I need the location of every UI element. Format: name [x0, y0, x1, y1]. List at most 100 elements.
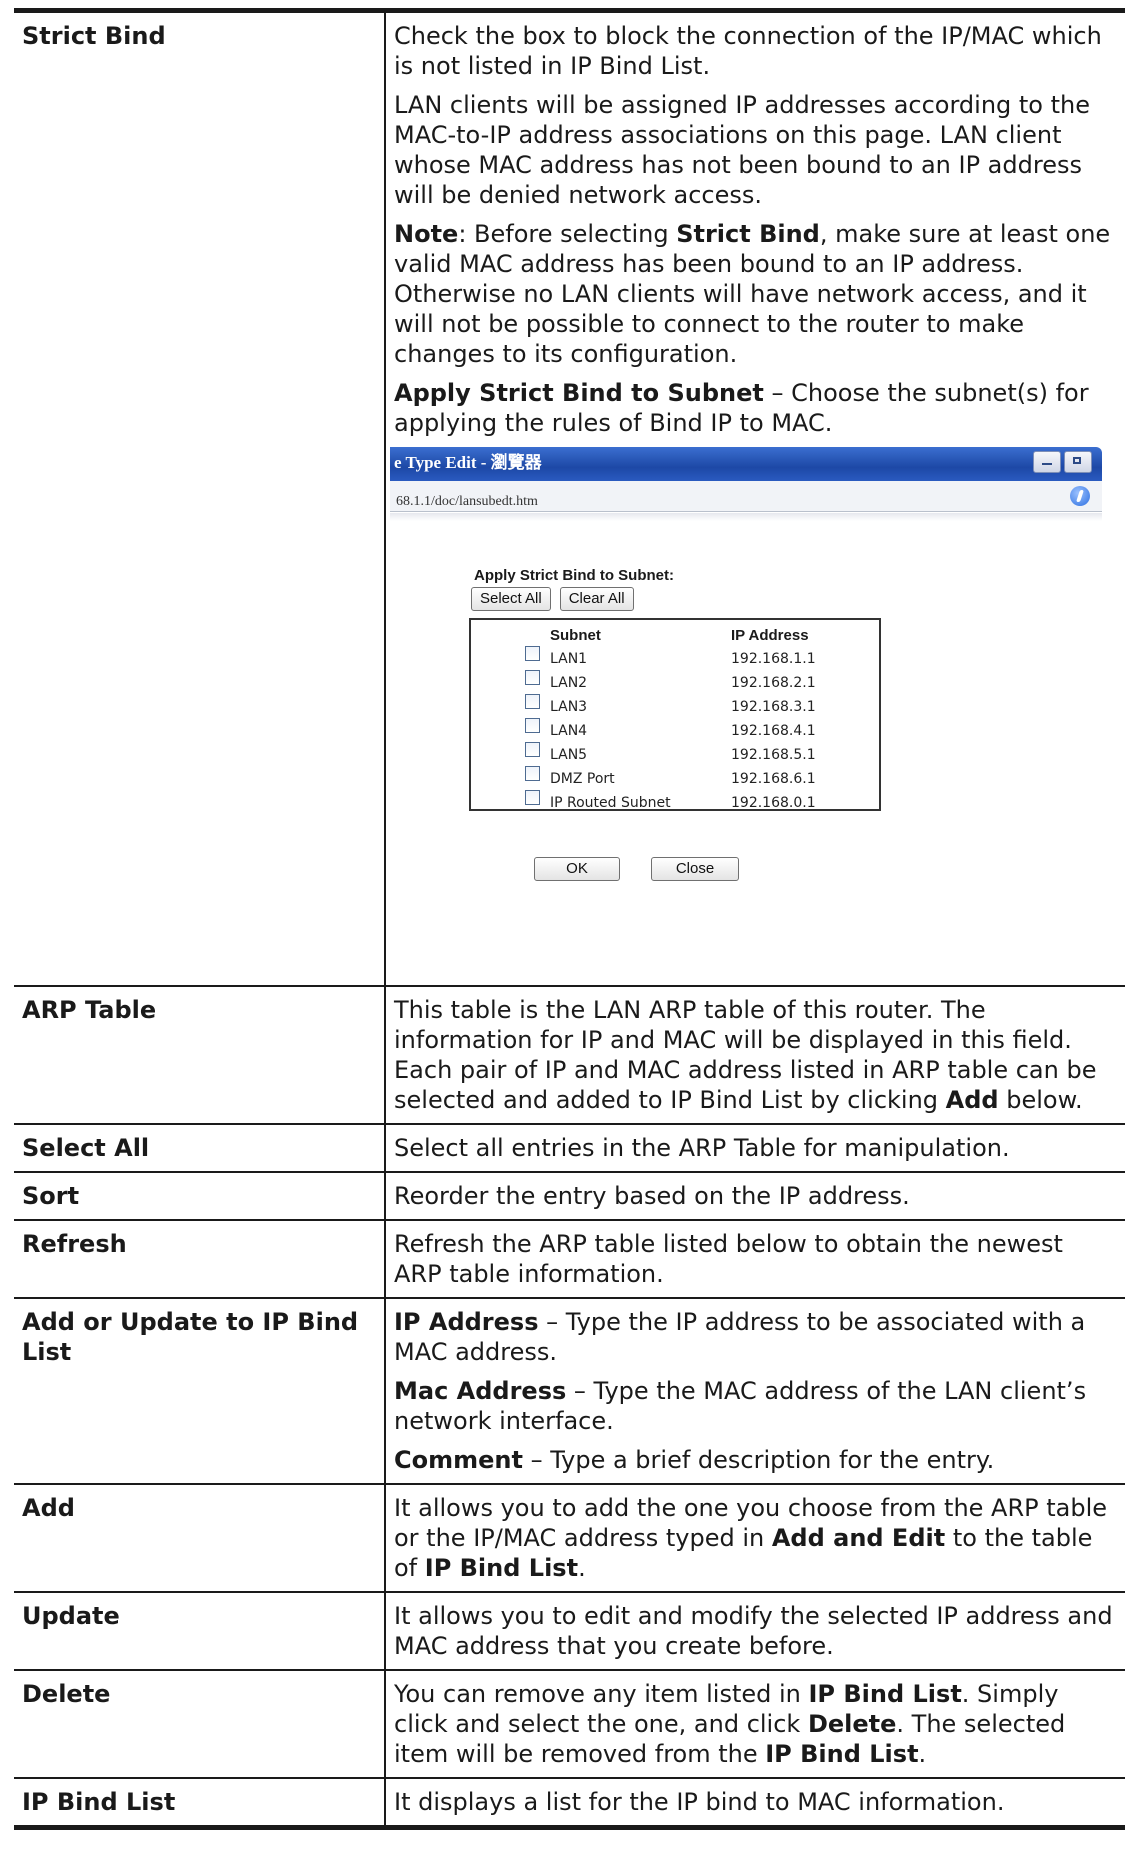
subnet-checkbox	[525, 670, 540, 685]
description-paragraph: Mac Address – Type the MAC address of th…	[394, 1376, 1116, 1436]
parameter-description: It displays a list for the IP bind to MA…	[384, 1777, 1125, 1830]
table-row: Strict Bind Check the box to block the co…	[14, 8, 1125, 987]
bold-term: Note	[394, 220, 459, 248]
subnet-row: LAN1 192.168.1.1	[471, 642, 879, 667]
description-paragraph: IP Address – Type the IP address to be a…	[394, 1307, 1116, 1367]
parameter-name: IP Bind List	[14, 1777, 386, 1830]
table-row: ARP Table This table is the LAN ARP table…	[14, 985, 1125, 1125]
description-paragraph: It displays a list for the IP bind to MA…	[394, 1787, 1116, 1817]
text-run: It displays a list for the IP bind to MA…	[394, 1788, 1005, 1816]
bold-term: Add	[945, 1086, 999, 1114]
table-row: IP Bind List It displays a list for the I…	[14, 1777, 1125, 1830]
address-bar: 68.1.1/doc/lansubedt.htm	[390, 481, 1102, 512]
table-row: Sort Reorder the entry based on the IP ad…	[14, 1171, 1125, 1221]
parameter-table: Strict Bind Check the box to block the co…	[14, 8, 1125, 1830]
text-run: – Type a brief description for the entry…	[522, 1446, 995, 1474]
bold-term: Strict Bind	[676, 220, 820, 248]
parameter-description: It allows you to add the one you choose …	[384, 1483, 1125, 1593]
description-paragraph: Comment – Type a brief description for t…	[394, 1445, 1116, 1475]
subnet-checkbox	[525, 718, 540, 733]
bold-term: IP Bind List	[808, 1680, 962, 1708]
subnet-row: IP Routed Subnet 192.168.0.1	[471, 786, 879, 811]
bold-term: Add and Edit	[771, 1524, 946, 1552]
table-row: Add or Update to IP Bind List IP Address …	[14, 1297, 1125, 1485]
bold-term: IP Bind List	[765, 1740, 919, 1768]
subnet-row: DMZ Port 192.168.6.1	[471, 762, 879, 787]
parameter-name: Delete	[14, 1669, 386, 1779]
parameter-description: It allows you to edit and modify the sel…	[384, 1591, 1125, 1671]
table-row: Select All Select all entries in the ARP …	[14, 1123, 1125, 1173]
parameter-name: Add or Update to IP Bind List	[14, 1297, 386, 1485]
subnet-ip: 192.168.0.1	[731, 795, 816, 811]
parameter-name: Add	[14, 1483, 386, 1593]
description-paragraph: Refresh the ARP table listed below to ob…	[394, 1229, 1116, 1289]
text-run: .	[578, 1554, 586, 1582]
parameter-description: Check the box to block the connection of…	[384, 8, 1125, 987]
subnet-row: LAN3 192.168.3.1	[471, 690, 879, 715]
parameter-description: You can remove any item listed in IP Bin…	[384, 1669, 1125, 1779]
subnet-checkbox	[525, 766, 540, 781]
parameter-name: Update	[14, 1591, 386, 1671]
text-run: LAN clients will be assigned IP addresse…	[394, 91, 1090, 209]
parameter-description: Reorder the entry based on the IP addres…	[384, 1171, 1125, 1221]
parameter-description: Refresh the ARP table listed below to ob…	[384, 1219, 1125, 1299]
text-run: Check the box to block the connection of…	[394, 22, 1102, 80]
text-run: Select all entries in the ARP Table for …	[394, 1134, 1010, 1162]
subnet-table: Subnet IP Address LAN1 192.168.1.1 LAN2 192…	[469, 618, 881, 811]
parameter-description: IP Address – Type the IP address to be a…	[384, 1297, 1125, 1485]
bold-term: Comment	[394, 1446, 523, 1474]
parameter-name: ARP Table	[14, 985, 386, 1125]
parameter-name: Select All	[14, 1123, 386, 1173]
table-row: Refresh Refresh the ARP table listed belo…	[14, 1219, 1125, 1299]
dialog-titlebar: e Type Edit - 瀏覽器	[390, 447, 1102, 481]
parameter-description: This table is the LAN ARP table of this …	[384, 985, 1125, 1125]
bold-term: Delete	[807, 1710, 897, 1738]
select-all-button: Select All	[471, 587, 551, 611]
table-row: Update It allows you to edit and modify t…	[14, 1591, 1125, 1671]
refresh-icon	[1070, 486, 1090, 506]
description-paragraph: It allows you to add the one you choose …	[394, 1493, 1116, 1583]
text-run: Reorder the entry based on the IP addres…	[394, 1182, 910, 1210]
minimize-icon	[1033, 451, 1061, 473]
description-paragraph: LAN clients will be assigned IP addresse…	[394, 90, 1116, 210]
ok-button: OK	[534, 857, 620, 881]
text-run: You can remove any item listed in	[394, 1680, 809, 1708]
bold-term: IP Bind List	[424, 1554, 579, 1582]
bold-term: Apply Strict Bind to Subnet	[394, 379, 764, 407]
subnet-checkbox	[525, 646, 540, 661]
subnet-checkbox	[525, 694, 540, 709]
text-run: It allows you to edit and modify the sel…	[394, 1602, 1113, 1660]
subnet-checkbox	[525, 742, 540, 757]
subnet-checkbox	[525, 790, 540, 805]
description-paragraph: Select all entries in the ARP Table for …	[394, 1133, 1116, 1163]
subnet-row: LAN5 192.168.5.1	[471, 738, 879, 763]
description-paragraph: It allows you to edit and modify the sel…	[394, 1601, 1116, 1661]
description-paragraph: You can remove any item listed in IP Bin…	[394, 1679, 1116, 1769]
description-paragraph: Apply Strict Bind to Subnet – Choose the…	[394, 378, 1116, 438]
description-paragraph: Check the box to block the connection of…	[394, 21, 1116, 81]
parameter-name: Refresh	[14, 1219, 386, 1299]
table-row: Add It allows you to add the one you choo…	[14, 1483, 1125, 1593]
parameter-name: Strict Bind	[14, 8, 386, 987]
description-paragraph: This table is the LAN ARP table of this …	[394, 995, 1116, 1115]
parameter-description: Select all entries in the ARP Table for …	[384, 1123, 1125, 1173]
dialog-title: e Type Edit - 瀏覽器	[394, 453, 542, 472]
bold-term: IP Address	[394, 1308, 539, 1336]
description-paragraph: Note: Before selecting Strict Bind, make…	[394, 219, 1116, 369]
bold-term: Mac Address	[394, 1377, 567, 1405]
table-row: Delete You can remove any item listed in …	[14, 1669, 1125, 1779]
subnet-row: LAN4 192.168.4.1	[471, 714, 879, 739]
text-run: : Before selecting	[458, 220, 677, 248]
subnet-dialog-screenshot: e Type Edit - 瀏覽器 68.1.1/doc/lansubedt.h…	[390, 447, 1102, 977]
subnet-row: LAN2 192.168.2.1	[471, 666, 879, 691]
manual-page: Strict Bind Check the box to block the co…	[0, 0, 1125, 1861]
subnet-name: IP Routed Subnet	[550, 795, 671, 811]
clear-all-button: Clear All	[559, 587, 634, 611]
description-paragraph: Reorder the entry based on the IP addres…	[394, 1181, 1116, 1211]
close-button: Close	[651, 857, 739, 881]
text-run: Refresh the ARP table listed below to ob…	[394, 1230, 1063, 1288]
text-run: below.	[998, 1086, 1083, 1114]
parameter-name: Sort	[14, 1171, 386, 1221]
text-run: .	[918, 1740, 927, 1768]
maximize-icon	[1064, 451, 1092, 473]
